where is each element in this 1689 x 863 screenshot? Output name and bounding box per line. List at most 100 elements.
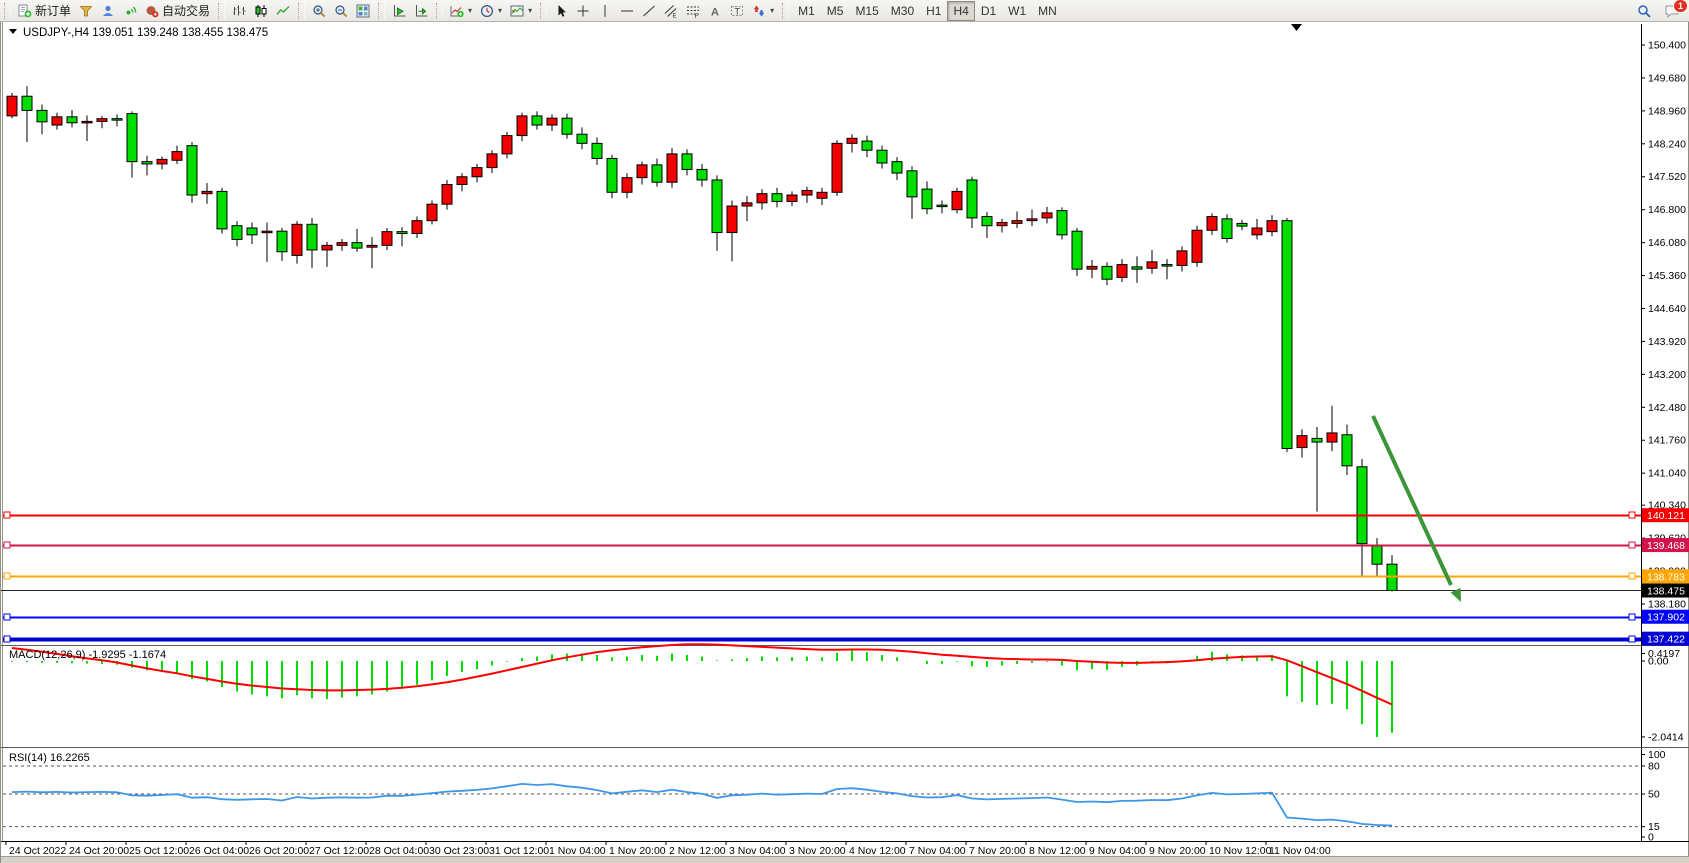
svg-text:T: T [735, 6, 741, 16]
toolbar-grip [782, 3, 789, 19]
price-tick-label: 146.080 [1648, 237, 1686, 249]
autotrade-button-label: 自动交易 [162, 2, 210, 19]
text-label-icon: T [730, 4, 744, 18]
rsi-label: RSI(14) 16.2265 [9, 752, 90, 764]
hline-140.121-handle[interactable] [1629, 512, 1635, 518]
toolbar-grip [218, 3, 225, 19]
price-tick-label: 143.920 [1648, 336, 1686, 348]
price-tick-label: 143.200 [1648, 369, 1686, 381]
rsi-axis-label: 0 [1648, 832, 1654, 844]
timeframe-button-mn[interactable]: MN [1032, 1, 1063, 21]
hline-139.468-handle[interactable] [4, 542, 10, 548]
publish-button[interactable] [75, 1, 97, 21]
channel-button[interactable]: E [660, 1, 682, 21]
price-tick-label: 144.640 [1648, 303, 1686, 315]
community-button[interactable] [97, 1, 119, 21]
candle-chart-button[interactable] [250, 1, 272, 21]
channel-icon: E [664, 4, 678, 18]
bar-chart-button[interactable] [228, 1, 250, 21]
fibonacci-button[interactable]: F [682, 1, 704, 21]
price-tick-label: 149.680 [1648, 72, 1686, 84]
hline-137.422-handle[interactable] [4, 636, 10, 642]
auto-scroll-button[interactable] [410, 1, 432, 21]
price-tick-label: 138.180 [1648, 599, 1686, 611]
zoom-in-button[interactable] [308, 1, 330, 21]
toolbar-grip [436, 3, 443, 19]
notification-badge: 1 [1673, 0, 1688, 13]
price-tick-label: 141.760 [1648, 435, 1686, 447]
macd-label: MACD(12,26,9) -1.9295 -1.1674 [9, 649, 166, 661]
cursor-button[interactable] [550, 1, 572, 21]
timeframe-button-m30[interactable]: M30 [885, 1, 920, 21]
arrows-button[interactable]: ▾ [748, 1, 778, 21]
hline-137.902-handle[interactable] [4, 614, 10, 620]
zoom-out-icon [334, 4, 348, 18]
timeframe-button-h4[interactable]: H4 [947, 1, 974, 21]
hline-138.783-handle[interactable] [4, 573, 10, 579]
price-tick-label: 145.360 [1648, 270, 1686, 282]
timeframe-button-h1[interactable]: H1 [920, 1, 947, 21]
tile-windows-button[interactable] [352, 1, 374, 21]
price-badge-label: 137.422 [1647, 634, 1685, 646]
chart-title: USDJPY-,H4 139.051 139.248 138.455 138.4… [23, 27, 268, 39]
macd-axis-label: -2.0414 [1648, 731, 1684, 743]
hline-button[interactable] [616, 1, 638, 21]
hline-140.121-handle[interactable] [4, 512, 10, 518]
hline-icon [620, 4, 634, 18]
svg-text:E: E [673, 13, 677, 18]
autotrade-button[interactable]: 自动交易 [141, 1, 214, 21]
dropdown-arrow-icon[interactable]: ▾ [468, 6, 472, 15]
price-tick-label: 146.800 [1648, 204, 1686, 216]
hline-139.468-handle[interactable] [1629, 542, 1635, 548]
dropdown-arrow-icon[interactable]: ▾ [528, 6, 532, 15]
signals-button[interactable] [119, 1, 141, 21]
timeframe-button-d1[interactable]: D1 [975, 1, 1002, 21]
trendline-button[interactable] [638, 1, 660, 21]
zoom-out-button[interactable] [330, 1, 352, 21]
rsi-axis-label: 50 [1648, 789, 1660, 801]
timeframe-button-m5[interactable]: M5 [821, 1, 850, 21]
macd-axis-label: 0.00 [1648, 656, 1669, 668]
crosshair-button[interactable] [572, 1, 594, 21]
price-badge-label: 138.475 [1647, 586, 1685, 598]
hline-138.783-handle[interactable] [1629, 573, 1635, 579]
signal-icon [123, 4, 137, 18]
timeframe-button-m1[interactable]: M1 [792, 1, 821, 21]
hline-137.902-handle[interactable] [1629, 614, 1635, 620]
template-icon [510, 4, 524, 18]
templates-button[interactable]: ▾ [506, 1, 536, 21]
shift-icon [392, 4, 406, 18]
indicators-button[interactable]: ▾ [446, 1, 476, 21]
dropdown-arrow-icon[interactable]: ▾ [498, 6, 502, 15]
price-badge-label: 137.902 [1647, 612, 1685, 624]
autotrade-icon [145, 4, 159, 18]
price-badge-label: 138.783 [1647, 571, 1685, 583]
price-tick-label: 147.520 [1648, 171, 1686, 183]
crosshair-icon [576, 4, 590, 18]
hline-137.422-handle[interactable] [1629, 636, 1635, 642]
chart-plot-area[interactable] [1, 22, 1641, 841]
new-order-button[interactable]: 新订单 [14, 1, 75, 21]
line-chart-button[interactable] [272, 1, 294, 21]
toolbar-grip [540, 3, 547, 19]
tile-icon [356, 4, 370, 18]
indicators-icon [450, 4, 464, 18]
search-button[interactable] [1633, 1, 1655, 21]
text-button[interactable]: A [704, 1, 726, 21]
chart-shift-button[interactable] [388, 1, 410, 21]
search-icon [1637, 4, 1651, 18]
funnel-icon [79, 4, 93, 18]
dropdown-arrow-icon[interactable]: ▾ [770, 6, 774, 15]
vline-button[interactable] [594, 1, 616, 21]
new-order-button-label: 新订单 [35, 2, 71, 19]
timeframe-button-m15[interactable]: M15 [849, 1, 884, 21]
clock-icon [480, 4, 494, 18]
timeframe-button-w1[interactable]: W1 [1002, 1, 1032, 21]
toolbar-grip [378, 3, 385, 19]
periods-button[interactable]: ▾ [476, 1, 506, 21]
arrows-icon [752, 4, 766, 18]
text-label-button[interactable]: T [726, 1, 748, 21]
linechart-icon [276, 4, 290, 18]
chart-canvas[interactable]: 150.400149.680148.960148.240147.520146.8… [1, 22, 1689, 857]
price-badge-label: 140.121 [1647, 510, 1685, 522]
